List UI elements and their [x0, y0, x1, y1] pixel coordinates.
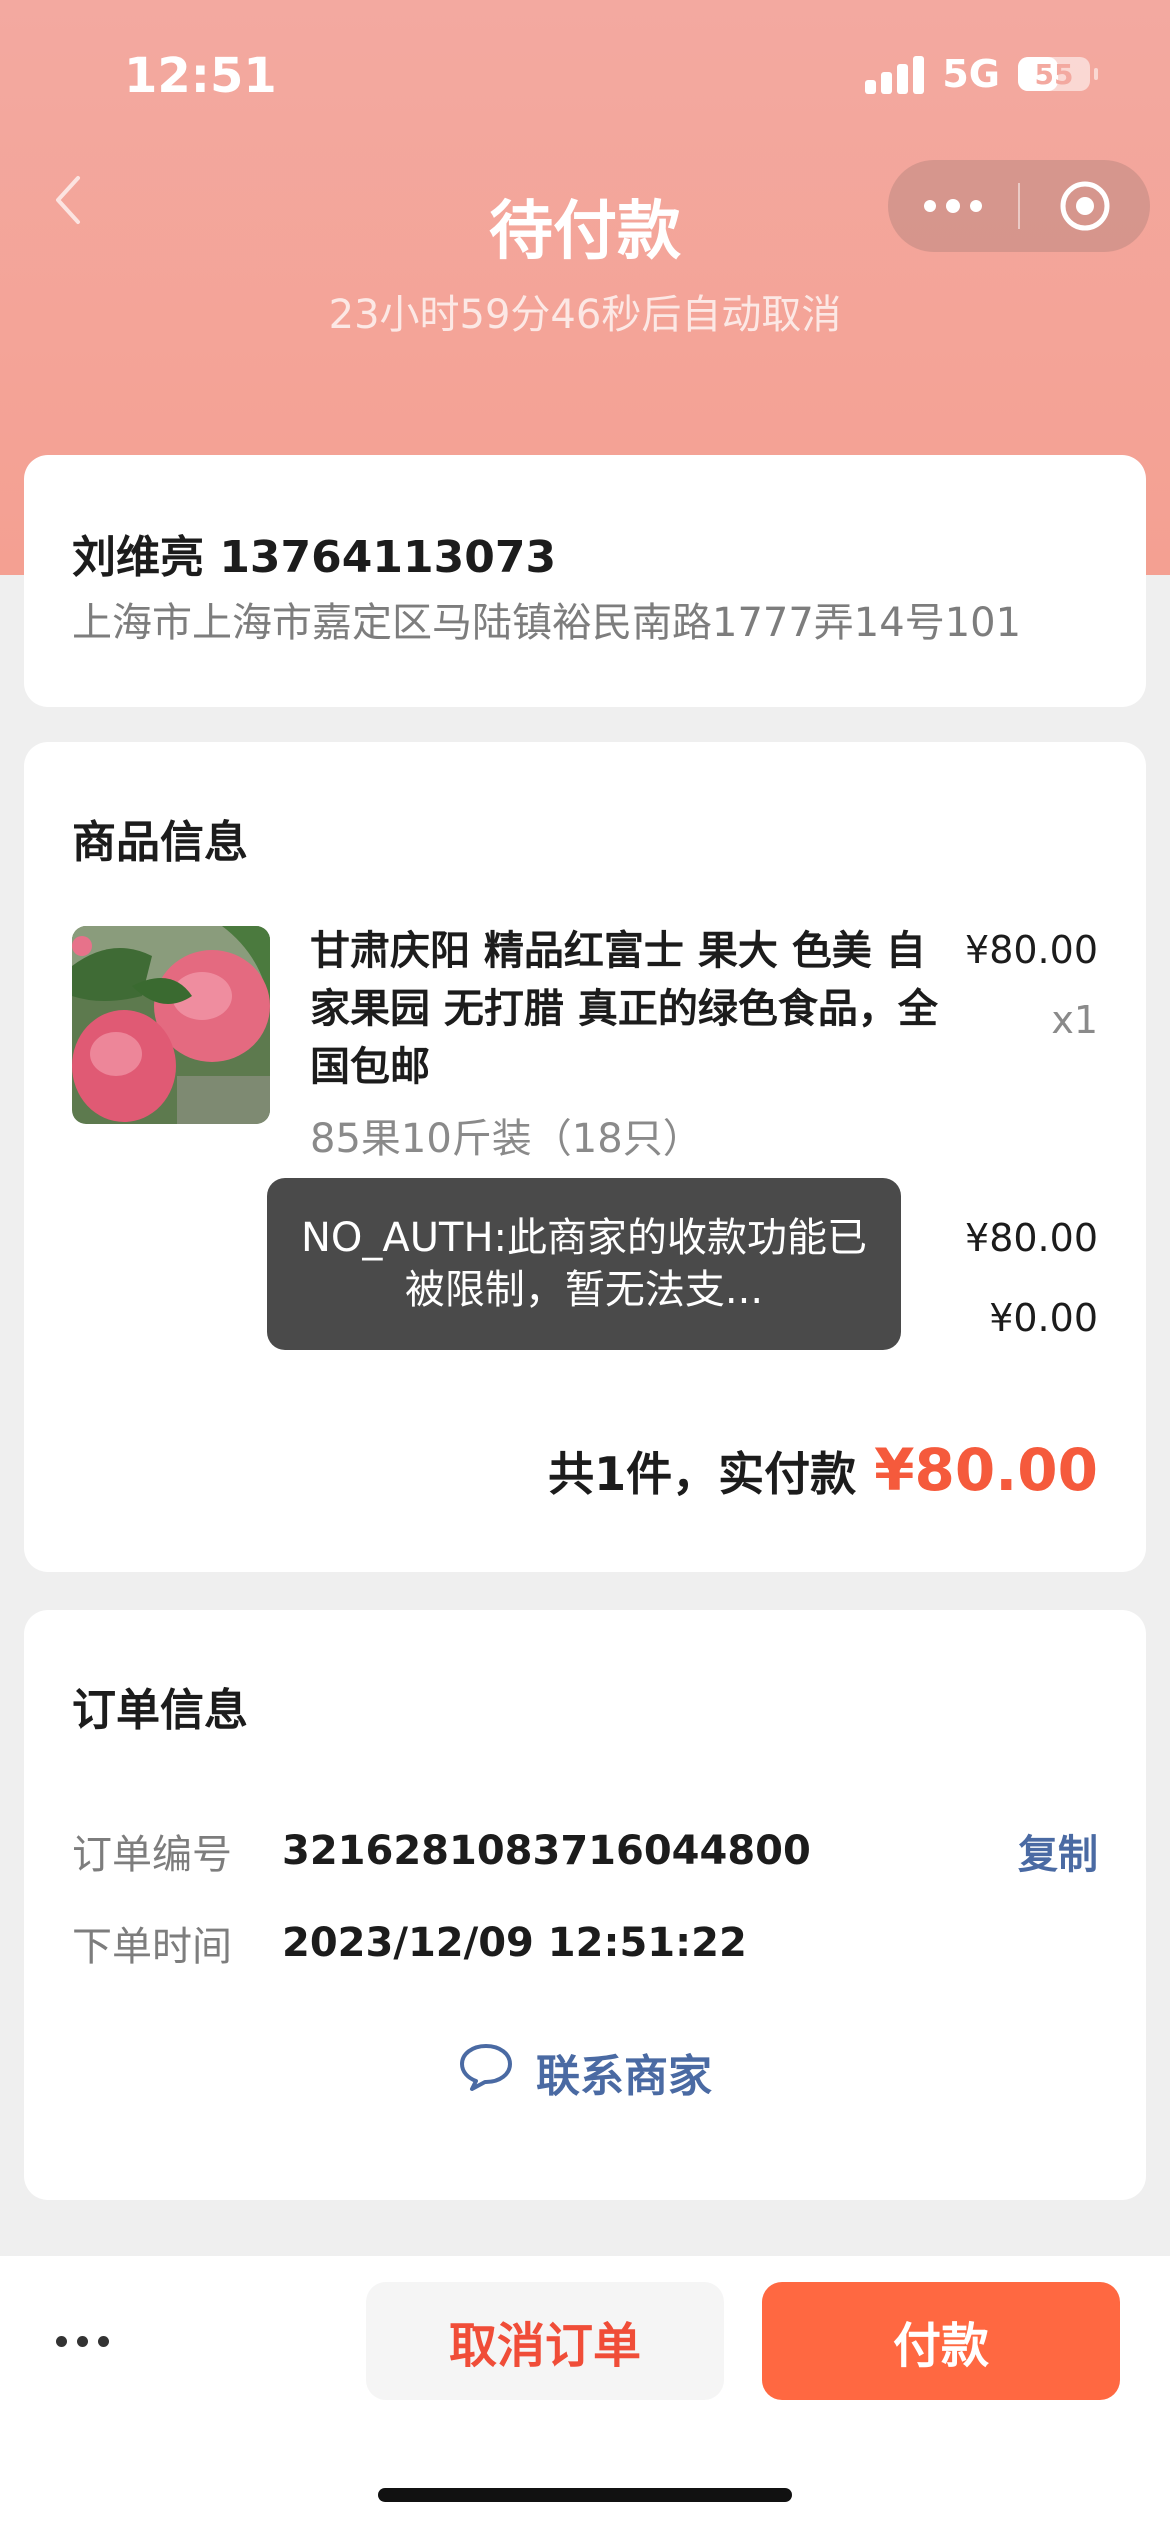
- address-card[interactable]: 刘维亮 13764113073 上海市上海市嘉定区马陆镇裕民南路1777弄14号…: [24, 455, 1146, 707]
- error-toast: NO_AUTH:此商家的收款功能已被限制，暂无法支...: [267, 1178, 901, 1350]
- order-info-card: 订单信息 订单编号 3216281083716044800 复制 下单时间 20…: [24, 1610, 1146, 2200]
- home-indicator: [378, 2488, 792, 2502]
- order-section-title: 订单信息: [72, 1685, 248, 1736]
- signal-icon: [865, 54, 925, 94]
- product-name[interactable]: 甘肃庆阳 精品红富士 果大 色美 自家果园 无打腊 真正的绿色食品，全国包邮: [310, 922, 950, 1096]
- order-number-row: 订单编号 3216281083716044800 复制: [72, 1822, 1098, 1880]
- product-image[interactable]: [72, 926, 270, 1124]
- address-detail: 上海市上海市嘉定区马陆镇裕民南路1777弄14号101: [72, 600, 1022, 646]
- close-target-icon[interactable]: [1020, 160, 1150, 252]
- pay-button[interactable]: 付款: [762, 2282, 1120, 2400]
- total-row: 共1件，实付款 ¥80.00: [548, 1436, 1098, 1504]
- battery-icon: 55: [1018, 57, 1098, 91]
- product-quantity: x1: [1051, 998, 1098, 1042]
- recipient-name-phone: 刘维亮 13764113073: [72, 532, 557, 583]
- mini-program-capsule: [888, 160, 1150, 252]
- goods-section-title: 商品信息: [72, 817, 248, 868]
- order-number-value: 3216281083716044800: [282, 1828, 811, 1874]
- total-amount: ¥80.00: [874, 1436, 1098, 1504]
- more-actions-icon[interactable]: [56, 2336, 109, 2347]
- network-label: 5G: [942, 52, 1000, 96]
- cancel-order-button[interactable]: 取消订单: [366, 2282, 724, 2400]
- shipping-value: ¥0.00: [989, 1296, 1098, 1340]
- battery-level: 55: [1034, 57, 1074, 91]
- subtotal-value: ¥80.00: [965, 1216, 1098, 1260]
- contact-merchant-label: 联系商家: [536, 2051, 712, 2102]
- order-time-value: 2023/12/09 12:51:22: [282, 1920, 747, 1966]
- contact-merchant-button[interactable]: 联系商家: [24, 2040, 1146, 2104]
- product-spec: 85果10斤装（18只）: [310, 1116, 703, 1162]
- order-time-row: 下单时间 2023/12/09 12:51:22: [72, 1914, 1098, 1972]
- copy-button[interactable]: 复制: [1018, 1822, 1098, 1880]
- order-number-label: 订单编号: [72, 1832, 232, 1878]
- countdown-text: 23小时59分46秒后自动取消: [328, 292, 842, 338]
- goods-card: 商品信息 甘肃庆阳 精品红富士 果大 色美 自家果园 无打腊 真正的绿色食品，全…: [24, 742, 1146, 1572]
- status-indicators: 5G 55: [865, 52, 1098, 96]
- chat-bubble-icon: [458, 2042, 514, 2103]
- product-price: ¥80.00: [965, 928, 1098, 972]
- order-time-label: 下单时间: [72, 1924, 232, 1970]
- status-time: 12:51: [124, 48, 277, 104]
- total-label: 共1件，实付款: [548, 1447, 857, 1501]
- more-icon[interactable]: [888, 160, 1018, 252]
